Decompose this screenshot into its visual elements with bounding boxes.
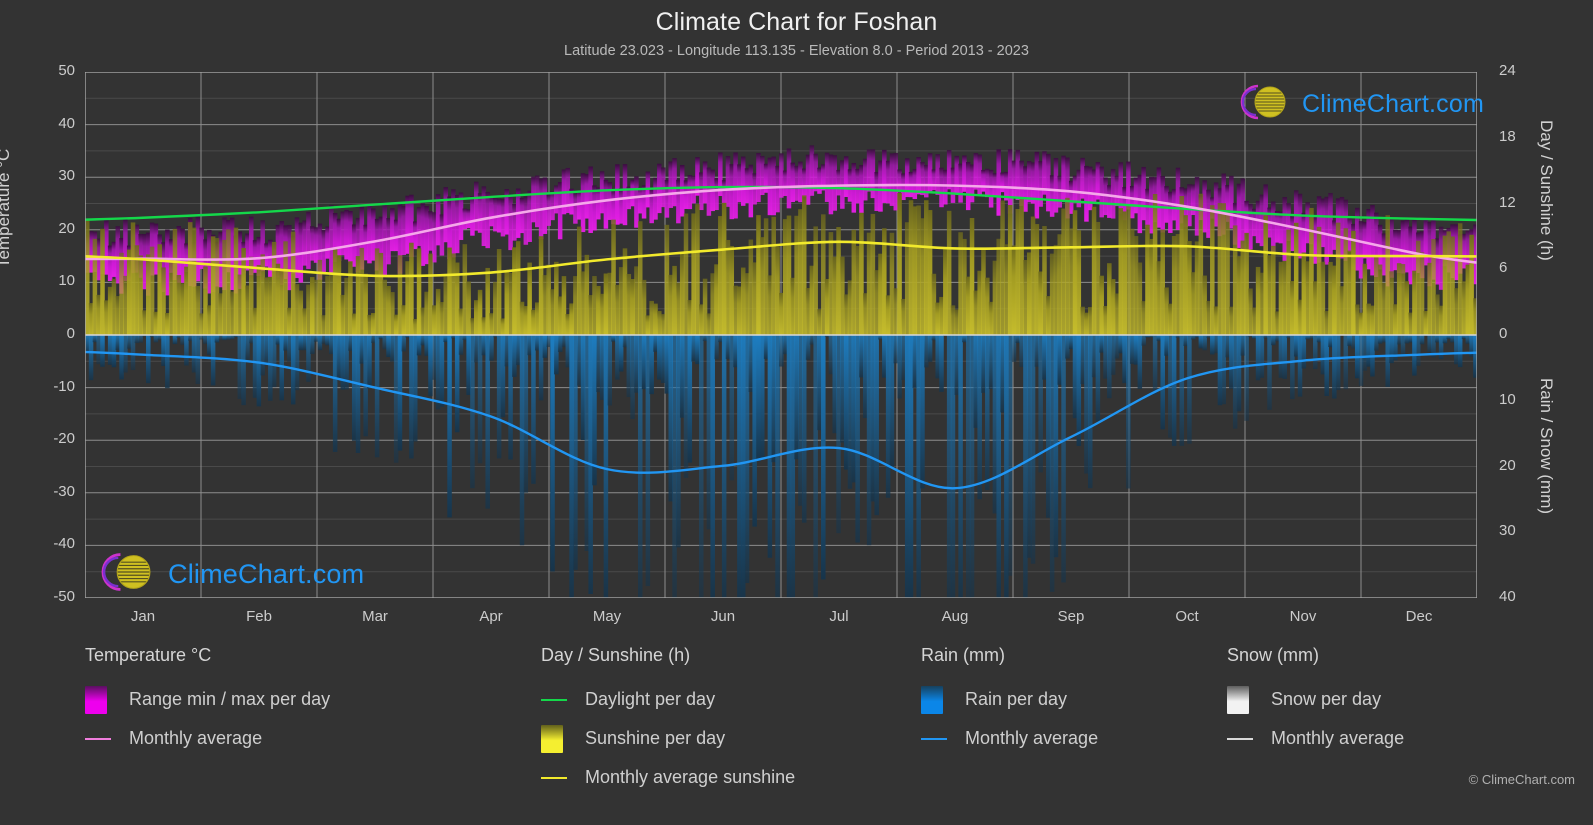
y-tick-hours-18: 18	[1499, 127, 1516, 145]
legend-item-label: Monthly average	[1271, 728, 1405, 748]
legend-group-title: Temperature °C	[85, 645, 212, 665]
y-tick-left--30: -30	[53, 482, 75, 500]
legend-line-icon	[541, 698, 567, 701]
legend-group-title: Snow (mm)	[1227, 645, 1320, 665]
legend-group-snow-mm: Snow (mm) Snow per day Monthly average	[1227, 645, 1404, 758]
legend-swatch-icon	[921, 685, 943, 714]
y-tick-left-10: 10	[58, 272, 75, 290]
legend-group-rain-mm: Rain (mm) Rain per day Monthly average	[921, 645, 1098, 758]
legend-item[interactable]: Rain per day	[921, 680, 1098, 719]
legend-line	[921, 725, 953, 753]
legend-line	[85, 725, 117, 753]
x-tick-oct: Oct	[1175, 608, 1199, 625]
legend-swatch	[541, 724, 573, 753]
legend-line-icon	[541, 776, 567, 779]
legend-group-day-sunshine-h: Day / Sunshine (h) Daylight per day Sunshi…	[541, 645, 795, 797]
y-tick-left--40: -40	[53, 535, 75, 553]
y-tick-left-0: 0	[66, 325, 75, 342]
y-tick-left-50: 50	[58, 62, 75, 79]
x-tick-jan: Jan	[130, 608, 156, 625]
legend-swatch-icon	[85, 685, 107, 714]
y-tick-hours-0: 0	[1499, 325, 1508, 342]
y-axis-right-top-title: Day / Sunshine (h)	[1537, 120, 1556, 261]
y-tick-mm-10: 10	[1499, 390, 1516, 408]
x-tick-dec: Dec	[1405, 608, 1433, 625]
legend-item[interactable]: Daylight per day	[541, 680, 795, 719]
x-tick-jun: Jun	[710, 608, 736, 625]
y-tick-mm-20: 20	[1499, 456, 1516, 474]
chart-legend: Temperature °C Range min / max per day Mon…	[0, 645, 1593, 825]
legend-swatch	[921, 685, 953, 714]
y-tick-left--50: -50	[53, 588, 75, 605]
legend-line-icon	[85, 737, 111, 740]
y-tick-left-40: 40	[58, 114, 75, 132]
legend-item-label: Sunshine per day	[585, 728, 726, 748]
legend-group-temperature-c: Temperature °C Range min / max per day Mon…	[85, 645, 330, 758]
y-tick-left--20: -20	[53, 430, 75, 448]
copyright-text: © ClimeChart.com	[1468, 772, 1575, 787]
legend-item-label: Snow per day	[1271, 689, 1382, 709]
x-tick-mar: Mar	[362, 608, 388, 625]
legend-line	[541, 686, 573, 714]
legend-line-icon	[1227, 737, 1253, 740]
legend-item[interactable]: Monthly average	[85, 719, 330, 758]
page-subtitle: Latitude 23.023 - Longitude 113.135 - El…	[564, 43, 1029, 59]
legend-swatch-icon	[1227, 685, 1249, 714]
legend-line	[1227, 725, 1259, 753]
legend-group-title: Day / Sunshine (h)	[541, 645, 691, 665]
x-tick-aug: Aug	[941, 608, 969, 625]
legend-item[interactable]: Monthly average	[921, 719, 1098, 758]
y-axis-right-bottom-title: Rain / Snow (mm)	[1537, 378, 1556, 515]
x-tick-jul: Jul	[829, 608, 849, 625]
legend-item-label: Daylight per day	[585, 689, 716, 709]
legend-swatch	[85, 685, 117, 714]
legend-item[interactable]: Range min / max per day	[85, 680, 330, 719]
legend-group-title: Rain (mm)	[921, 645, 1005, 665]
legend-swatch	[1227, 685, 1259, 714]
y-tick-hours-24: 24	[1499, 62, 1516, 79]
y-tick-mm-40: 40	[1499, 588, 1516, 605]
legend-line-icon	[921, 737, 947, 740]
y-tick-left--10: -10	[53, 377, 75, 395]
legend-item[interactable]: Snow per day	[1227, 680, 1404, 719]
legend-item[interactable]: Monthly average sunshine	[541, 758, 795, 797]
climate-chart-page: Climate Chart for Foshan Latitude 23.023…	[0, 0, 1593, 825]
legend-item-label: Range min / max per day	[129, 689, 331, 709]
legend-item[interactable]: Monthly average	[1227, 719, 1404, 758]
legend-item[interactable]: Sunshine per day	[541, 719, 795, 758]
y-tick-hours-6: 6	[1499, 259, 1508, 277]
legend-swatch-icon	[541, 724, 563, 753]
y-tick-left-20: 20	[58, 219, 75, 237]
x-tick-sep: Sep	[1057, 608, 1085, 625]
x-tick-feb: Feb	[246, 608, 272, 625]
x-tick-apr: Apr	[479, 608, 503, 625]
plot-area	[85, 72, 1477, 598]
legend-item-label: Monthly average sunshine	[585, 767, 796, 787]
y-tick-left-30: 30	[58, 167, 75, 185]
legend-item-label: Rain per day	[965, 689, 1068, 709]
y-axis-left-title: Temperature °C	[0, 148, 13, 268]
y-tick-mm-30: 30	[1499, 522, 1516, 540]
x-tick-nov: Nov	[1289, 608, 1317, 625]
legend-item-label: Monthly average	[129, 728, 263, 748]
x-tick-may: May	[592, 608, 622, 625]
legend-item-label: Monthly average	[965, 728, 1099, 748]
y-tick-hours-12: 12	[1499, 193, 1516, 211]
page-title: Climate Chart for Foshan	[655, 8, 938, 36]
legend-line	[541, 764, 573, 792]
